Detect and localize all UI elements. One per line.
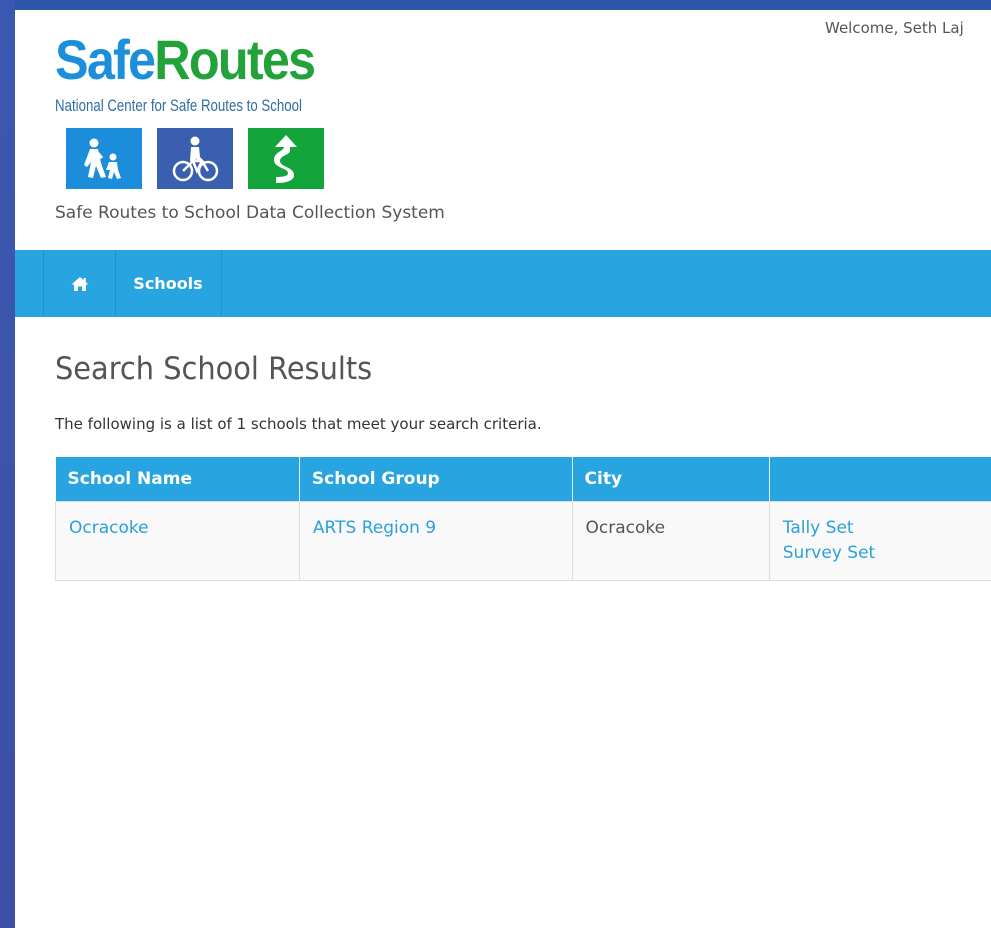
system-title: Safe Routes to School Data Collection Sy…	[55, 203, 445, 223]
school-group-link[interactable]: ARTS Region 9	[313, 516, 572, 541]
home-icon	[71, 276, 88, 291]
cell-city: Ocracoke	[571, 501, 770, 581]
main-navbar: Schools	[15, 250, 991, 317]
results-table: School Name School Group City Ocracoke A…	[55, 457, 991, 581]
tally-set-link[interactable]: Tally Set	[783, 516, 991, 541]
table-row: Ocracoke ARTS Region 9 Ocracoke Tally Se…	[55, 501, 991, 581]
walking-icon	[66, 128, 142, 189]
bicycle-icon	[157, 128, 233, 189]
cell-school-group: ARTS Region 9	[298, 501, 573, 581]
results-summary: The following is a list of 1 schools tha…	[55, 415, 542, 433]
logo-word-routes: Routes	[154, 28, 316, 91]
column-header-school-name: School Name	[55, 457, 300, 502]
survey-set-link[interactable]: Survey Set	[783, 541, 991, 566]
column-header-school-group: School Group	[299, 457, 573, 502]
cell-school-name: Ocracoke	[55, 501, 300, 581]
nav-home[interactable]	[43, 250, 116, 317]
cell-actions: Tally Set Survey Set	[768, 501, 991, 581]
page: Welcome, Seth Laj SafeRoutes National Ce…	[15, 10, 991, 928]
saferoutes-logo[interactable]: SafeRoutes	[55, 28, 316, 91]
table-header-row: School Name School Group City	[55, 457, 991, 502]
column-header-actions	[769, 457, 991, 502]
school-name-link[interactable]: Ocracoke	[69, 516, 299, 541]
logo-word-safe: Safe	[55, 28, 156, 91]
column-header-city: City	[572, 457, 770, 502]
top-frame-bar	[0, 0, 991, 10]
left-frame-edge	[0, 0, 15, 928]
page-title: Search School Results	[55, 351, 373, 387]
welcome-text: Welcome, Seth Laj	[825, 19, 964, 37]
nav-schools[interactable]: Schools	[115, 250, 222, 317]
logo-subtitle: National Center for Safe Routes to Schoo…	[55, 96, 302, 115]
route-icon	[248, 128, 324, 189]
